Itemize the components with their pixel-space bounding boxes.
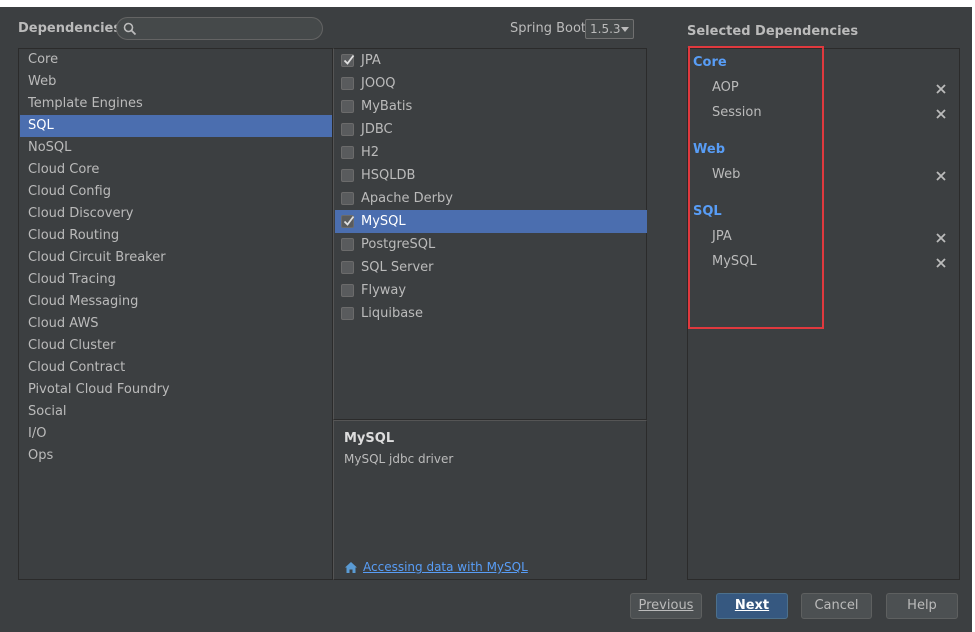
- dependency-checkbox[interactable]: [341, 146, 354, 159]
- window-top-edge: [0, 0, 975, 7]
- description-title: MySQL: [344, 431, 395, 446]
- dependency-item[interactable]: Apache Derby: [335, 187, 647, 210]
- dependency-checkbox[interactable]: [341, 100, 354, 113]
- remove-icon[interactable]: [935, 170, 947, 182]
- dependency-label: HSQLDB: [361, 168, 416, 183]
- chevron-down-icon: [621, 27, 629, 32]
- dependency-item[interactable]: MyBatis: [335, 95, 647, 118]
- category-item[interactable]: Core: [20, 49, 332, 71]
- category-item[interactable]: Ops: [20, 445, 332, 467]
- dependency-label: Liquibase: [361, 306, 423, 321]
- next-button[interactable]: Next: [716, 593, 788, 619]
- dependency-label: JPA: [361, 53, 381, 68]
- category-item[interactable]: Cloud Routing: [20, 225, 332, 247]
- search-input[interactable]: [116, 17, 323, 40]
- cancel-button[interactable]: Cancel: [801, 593, 872, 619]
- dependency-item[interactable]: Flyway: [335, 279, 647, 302]
- dependency-checkbox[interactable]: [341, 54, 355, 67]
- dependency-item[interactable]: HSQLDB: [335, 164, 647, 187]
- help-button[interactable]: Help: [886, 593, 958, 619]
- category-item[interactable]: Social: [20, 401, 332, 423]
- category-item[interactable]: Cloud Config: [20, 181, 332, 203]
- category-item[interactable]: Cloud Core: [20, 159, 332, 181]
- dependency-list: JPA JOOQ MyBatis JDBC H2 HSQLDB Apache Derby My…: [333, 48, 647, 420]
- dependency-item[interactable]: Liquibase: [335, 302, 647, 325]
- selected-dependencies-title: Selected Dependencies: [687, 24, 859, 39]
- dependency-label: JDBC: [361, 122, 393, 137]
- dependency-label: PostgreSQL: [361, 237, 436, 252]
- dependency-checkbox[interactable]: [341, 261, 354, 274]
- category-item[interactable]: I/O: [20, 423, 332, 445]
- dependency-label: SQL Server: [361, 260, 434, 275]
- remove-icon[interactable]: [935, 232, 947, 244]
- category-item[interactable]: Cloud Messaging: [20, 291, 332, 313]
- dependency-label: MySQL: [361, 214, 406, 229]
- remove-icon[interactable]: [935, 83, 947, 95]
- dependencies-label: Dependencies: [18, 21, 122, 36]
- dependency-label: MyBatis: [361, 99, 413, 114]
- spring-boot-label: Spring Boot: [510, 21, 587, 36]
- remove-icon[interactable]: [935, 108, 947, 120]
- category-item[interactable]: Cloud Contract: [20, 357, 332, 379]
- dependency-item[interactable]: H2: [335, 141, 647, 164]
- annotation-highlight-box: [688, 46, 824, 329]
- dependency-item[interactable]: SQL Server: [335, 256, 647, 279]
- dependency-label: Apache Derby: [361, 191, 453, 206]
- dependency-label: JOOQ: [361, 76, 396, 91]
- dependency-label: Flyway: [361, 283, 407, 298]
- category-item[interactable]: Cloud Cluster: [20, 335, 332, 357]
- category-item[interactable]: Cloud Circuit Breaker: [20, 247, 332, 269]
- dependency-item[interactable]: MySQL: [335, 210, 647, 233]
- search-icon: [123, 22, 137, 36]
- category-item[interactable]: Cloud Tracing: [20, 269, 332, 291]
- dependency-checkbox[interactable]: [341, 169, 354, 182]
- dependency-item[interactable]: JOOQ: [335, 72, 647, 95]
- category-item[interactable]: NoSQL: [20, 137, 332, 159]
- dependency-item[interactable]: JPA: [335, 49, 647, 72]
- category-item[interactable]: Web: [20, 71, 332, 93]
- dependency-checkbox[interactable]: [341, 284, 354, 297]
- spring-boot-version-select[interactable]: 1.5.3: [585, 19, 634, 39]
- dependency-item[interactable]: JDBC: [335, 118, 647, 141]
- remove-icon[interactable]: [935, 257, 947, 269]
- checkmark-icon: [343, 54, 355, 65]
- dependency-checkbox[interactable]: [341, 238, 354, 251]
- category-item[interactable]: Template Engines: [20, 93, 332, 115]
- description-panel: MySQL MySQL jdbc driver Accessing data w…: [333, 420, 647, 580]
- dependency-checkbox[interactable]: [341, 307, 354, 320]
- dependency-checkbox[interactable]: [341, 123, 354, 136]
- category-item[interactable]: Cloud Discovery: [20, 203, 332, 225]
- dependency-checkbox[interactable]: [341, 215, 355, 228]
- dependency-item[interactable]: PostgreSQL: [335, 233, 647, 256]
- home-icon: [345, 562, 357, 573]
- spring-boot-version-value: 1.5.3: [590, 22, 621, 36]
- category-item[interactable]: Cloud AWS: [20, 313, 332, 335]
- checkmark-icon: [343, 215, 355, 226]
- dependency-checkbox[interactable]: [341, 192, 354, 205]
- category-item[interactable]: Pivotal Cloud Foundry: [20, 379, 332, 401]
- dependency-checkbox[interactable]: [341, 77, 354, 90]
- category-item[interactable]: SQL: [20, 115, 332, 137]
- description-text: MySQL jdbc driver: [344, 452, 454, 466]
- guide-link[interactable]: Accessing data with MySQL: [363, 560, 528, 574]
- previous-button[interactable]: Previous: [630, 593, 702, 619]
- dependency-label: H2: [361, 145, 380, 160]
- category-list: Core Web Template Engines SQL NoSQL Cloud Cor…: [18, 48, 333, 580]
